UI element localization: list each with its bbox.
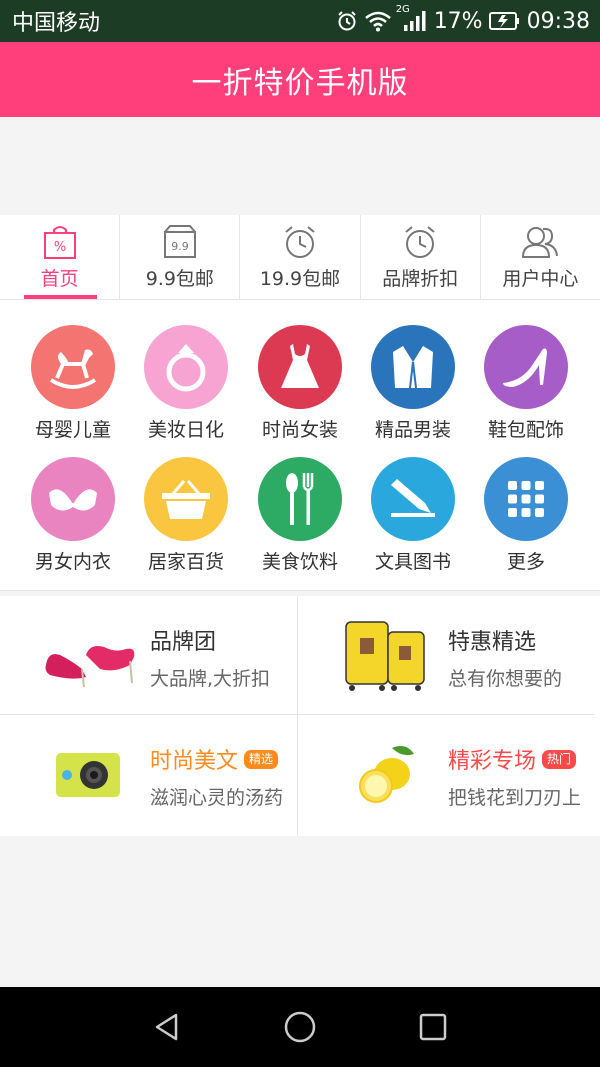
promo-section: 品牌团 大品牌,大折扣 特惠精选 总有你想要的 时尚美文 精选 滋润心灵的汤药 … bbox=[0, 596, 600, 836]
promo-title: 特惠精选 bbox=[448, 630, 537, 655]
category-label: 男女内衣 bbox=[34, 551, 111, 573]
divider bbox=[297, 596, 298, 836]
promo-title: 精彩专场 热门 bbox=[448, 743, 577, 775]
cutlery-icon bbox=[258, 457, 342, 541]
pencil-icon bbox=[371, 457, 455, 541]
alarm-clock-icon bbox=[400, 224, 440, 260]
category-mother-baby[interactable]: 母婴儿童 bbox=[17, 325, 129, 442]
wifi-icon bbox=[364, 10, 392, 32]
promo-title: 时尚美文 精选 bbox=[150, 743, 279, 775]
status-icons: 2G 17% 09:38 bbox=[336, 4, 590, 34]
action-camera-image bbox=[42, 731, 138, 819]
home-icon[interactable] bbox=[270, 997, 330, 1057]
category-household[interactable]: 居家百货 bbox=[130, 457, 242, 574]
promo-subtitle: 总有你想要的 bbox=[448, 668, 563, 690]
divider bbox=[0, 714, 595, 715]
tab-brand-discount[interactable]: 品牌折扣 bbox=[361, 215, 481, 299]
category-food-drinks[interactable]: 美食饮料 bbox=[244, 457, 356, 574]
category-label: 居家百货 bbox=[147, 551, 224, 573]
tab-label: 9.9包邮 bbox=[145, 268, 214, 290]
alarm-clock-icon bbox=[280, 224, 320, 260]
category-mens-wear[interactable]: 精品男装 bbox=[357, 325, 469, 442]
lemons-image bbox=[340, 731, 436, 819]
tab-user-center[interactable]: 用户中心 bbox=[481, 215, 600, 299]
category-label: 文具图书 bbox=[374, 551, 451, 573]
promo-special-picks[interactable]: 特惠精选 总有你想要的 bbox=[298, 596, 596, 714]
signal-icon: 2G bbox=[396, 4, 428, 32]
carrier-name: 中国移动 bbox=[12, 11, 101, 36]
category-label: 鞋包配饰 bbox=[487, 419, 564, 441]
basket-icon bbox=[144, 457, 228, 541]
tab-label: 品牌折扣 bbox=[382, 268, 459, 290]
category-stationery-books[interactable]: 文具图书 bbox=[357, 457, 469, 574]
category-underwear[interactable]: 男女内衣 bbox=[17, 457, 129, 574]
system-nav-bar bbox=[0, 987, 600, 1067]
promo-hot-specials[interactable]: 精彩专场 热门 把钱花到刀刃上 bbox=[298, 715, 596, 833]
shopping-bag-icon: % bbox=[40, 224, 80, 260]
back-icon[interactable] bbox=[137, 997, 197, 1057]
promo-title: 品牌团 bbox=[150, 630, 217, 655]
featured-badge: 精选 bbox=[244, 749, 279, 769]
network-type: 2G bbox=[395, 4, 410, 15]
yellow-luggage-image bbox=[340, 612, 436, 700]
status-bar: 中国移动 2G 17% 09:38 bbox=[0, 0, 600, 42]
suit-icon bbox=[371, 325, 455, 409]
category-cosmetics[interactable]: 美妆日化 bbox=[130, 325, 242, 442]
category-grid: 母婴儿童 美妆日化 时尚女装 精品男装 鞋包配饰 男女内衣 居家百货 美食饮料 … bbox=[0, 300, 600, 591]
high-heel-icon bbox=[484, 325, 568, 409]
bra-icon bbox=[31, 457, 115, 541]
top-tabs: % 首页 9.9 9.9包邮 19.9包邮 品牌折扣 用户中心 bbox=[0, 215, 600, 300]
ring-icon bbox=[144, 325, 228, 409]
promo-brand-group[interactable]: 品牌团 大品牌,大折扣 bbox=[0, 596, 298, 714]
box-icon-text: 9.9 bbox=[171, 240, 189, 253]
tab-19-9-free-shipping[interactable]: 19.9包邮 bbox=[240, 215, 361, 299]
battery-percent: 17% bbox=[433, 8, 483, 34]
tab-label: 用户中心 bbox=[502, 268, 579, 290]
category-label: 母婴儿童 bbox=[34, 419, 111, 441]
tab-9-9-free-shipping[interactable]: 9.9 9.9包邮 bbox=[120, 215, 241, 299]
promo-subtitle: 大品牌,大折扣 bbox=[150, 668, 271, 690]
box-icon: 9.9 bbox=[160, 224, 200, 260]
category-label: 美妆日化 bbox=[147, 419, 224, 441]
hot-badge: 热门 bbox=[542, 749, 577, 769]
dress-icon bbox=[258, 325, 342, 409]
tab-label: 首页 bbox=[40, 268, 79, 290]
grid-icon bbox=[484, 457, 568, 541]
promo-subtitle: 滋润心灵的汤药 bbox=[150, 787, 284, 809]
category-womens-fashion[interactable]: 时尚女装 bbox=[244, 325, 356, 442]
banner-area bbox=[0, 117, 600, 215]
rocking-horse-icon bbox=[31, 325, 115, 409]
promo-subtitle: 把钱花到刀刃上 bbox=[448, 787, 582, 809]
app-header: 一折特价手机版 bbox=[0, 42, 600, 117]
promo-fashion-articles[interactable]: 时尚美文 精选 滋润心灵的汤药 bbox=[0, 715, 298, 833]
category-shoes-bags[interactable]: 鞋包配饰 bbox=[470, 325, 582, 442]
users-icon bbox=[520, 224, 560, 260]
tab-home[interactable]: % 首页 bbox=[0, 215, 121, 299]
category-label: 更多 bbox=[506, 551, 545, 573]
battery-charging-icon bbox=[488, 11, 521, 31]
pink-heels-image bbox=[42, 612, 138, 700]
recents-icon[interactable] bbox=[403, 997, 463, 1057]
category-label: 时尚女装 bbox=[261, 419, 338, 441]
status-time: 09:38 bbox=[526, 8, 590, 34]
active-tab-indicator bbox=[24, 295, 98, 299]
category-more[interactable]: 更多 bbox=[470, 457, 582, 574]
category-label: 精品男装 bbox=[374, 419, 451, 441]
category-label: 美食饮料 bbox=[261, 551, 338, 573]
tab-label: 19.9包邮 bbox=[259, 268, 341, 290]
page-title: 一折特价手机版 bbox=[191, 65, 409, 101]
bag-icon-text: % bbox=[53, 240, 65, 255]
alarm-icon bbox=[336, 10, 358, 32]
